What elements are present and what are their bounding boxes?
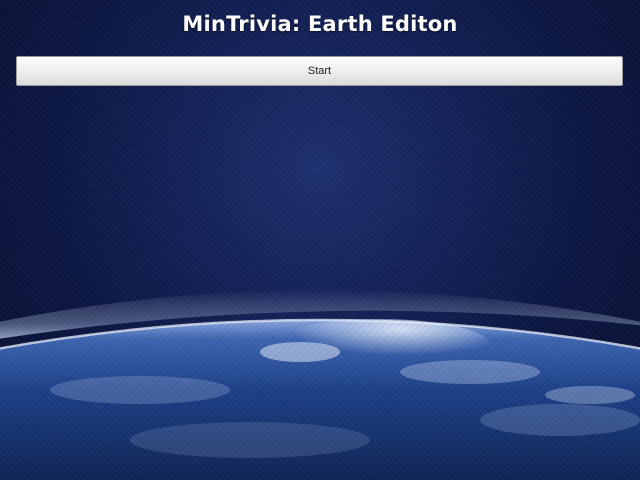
start-button[interactable]: Start bbox=[16, 56, 623, 86]
app-screen: MinTrivia: Earth Editon Start bbox=[0, 0, 640, 480]
game-title: MinTrivia: Earth Editon bbox=[182, 12, 458, 36]
